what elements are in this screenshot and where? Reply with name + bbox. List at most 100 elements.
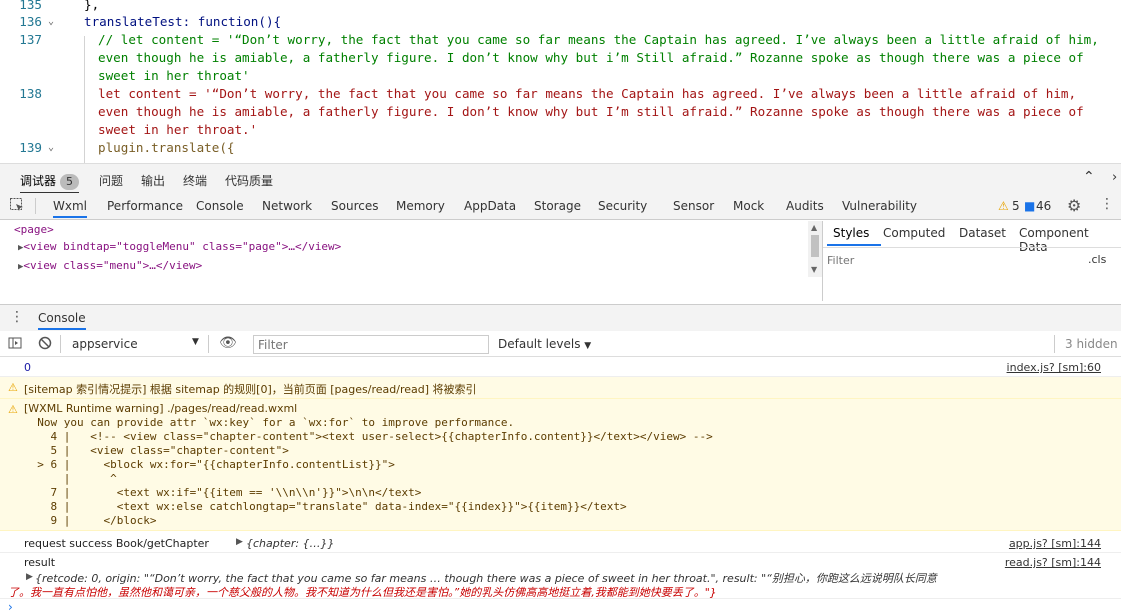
tab-appdata[interactable]: AppData (464, 199, 516, 213)
tree-node[interactable]: ▶<view class="menu">…</view> (0, 257, 808, 276)
close-panel-icon[interactable]: › (1112, 170, 1117, 185)
gear-icon[interactable]: ⚙ (1067, 196, 1081, 215)
sidebar-toggle-icon[interactable] (8, 336, 22, 353)
message-text: result (24, 556, 56, 569)
scrollbar[interactable]: ▲ ▼ (808, 221, 822, 277)
tab-wxml[interactable]: Wxml (53, 199, 87, 218)
tab-network[interactable]: Network (262, 199, 312, 213)
tab-memory[interactable]: Memory (396, 199, 445, 213)
code-line: 136 ⌄ translateTest: function(){ (0, 13, 1121, 31)
tab-audits[interactable]: Audits (786, 199, 824, 213)
message-line: Now you can provide attr `wx:key` for a … (24, 416, 515, 429)
styles-pane: Styles Computed Dataset Component Data .… (822, 221, 1121, 301)
cls-button[interactable]: .cls (1088, 253, 1106, 266)
tab-security[interactable]: Security (598, 199, 647, 213)
more-options-icon[interactable]: ⋮ (1100, 196, 1114, 212)
tree-node[interactable]: ▶<view bindtap="toggleMenu" class="page"… (0, 238, 808, 257)
line-number: 138 (19, 86, 42, 101)
dropdown-arrow-icon[interactable]: ▼ (192, 337, 199, 347)
tab-performance[interactable]: Performance (107, 199, 183, 213)
code-line-wrap: even though he is amiable, a fatherly fi… (0, 49, 1121, 67)
tab-sources[interactable]: Sources (331, 199, 378, 213)
code-text: // let content = '“Don’t worry, the fact… (98, 32, 1099, 47)
log-levels-dropdown[interactable]: Default levels ▼ (498, 337, 591, 351)
code-text: }, (84, 0, 100, 12)
tab-issues[interactable]: 问题 (99, 172, 123, 189)
tab-sensor[interactable]: Sensor (673, 199, 714, 213)
expand-triangle-icon[interactable]: ▶ (236, 537, 243, 547)
message-line: 4 | <!-- <view class="chapter-content"><… (24, 430, 713, 443)
message-line: 7 | <text wx:if="{{item == '\\n\\n'}}">\… (24, 486, 422, 499)
console-prompt-icon[interactable]: › (8, 600, 13, 614)
styles-filter-input[interactable] (827, 252, 1077, 269)
code-text: let content = '“Don’t worry, the fact th… (98, 86, 1077, 101)
divider (208, 335, 209, 353)
code-line: 138 let content = '“Don’t worry, the fac… (0, 85, 1121, 103)
code-line-wrap: sweet in her throat' (0, 67, 1121, 85)
tab-computed[interactable]: Computed (883, 226, 945, 240)
tab-dataset[interactable]: Dataset (959, 226, 1006, 240)
tab-storage[interactable]: Storage (534, 199, 581, 213)
tab-debugger[interactable]: 调试器 5 (20, 172, 80, 194)
code-text: even though he is amiable, a fatherly fi… (98, 104, 1084, 119)
tab-label: 调试器 (20, 174, 57, 188)
console-message: 0 index.js? [sm]:60 (0, 358, 1121, 377)
tab-mock[interactable]: Mock (733, 199, 764, 213)
console-message: request success Book/getChapter ▶ {chapt… (0, 534, 1121, 553)
drawer-menu-icon[interactable]: ⋮ (10, 309, 24, 325)
tab-console[interactable]: Console (196, 199, 244, 213)
message-line: | ^ (24, 472, 117, 485)
tab-console-drawer[interactable]: Console (38, 311, 86, 330)
scroll-down-icon[interactable]: ▼ (811, 265, 817, 274)
source-link[interactable]: app.js? [sm]:144 (1009, 537, 1101, 550)
chevron-up-icon[interactable]: ⌃ (1083, 169, 1095, 185)
fold-chevron-icon[interactable]: ⌄ (48, 13, 54, 31)
count-badge: 5 (60, 174, 80, 190)
expand-triangle-icon[interactable]: ▶ (26, 572, 33, 582)
warning-body: [WXML Runtime warning] ./pages/read/read… (24, 402, 713, 528)
code-line-wrap: sweet in her throat.' (0, 121, 1121, 139)
eye-icon[interactable]: 👁 (219, 335, 237, 351)
code-text: plugin.translate({ (98, 140, 235, 155)
fold-chevron-icon[interactable]: ⌄ (48, 139, 54, 157)
context-select[interactable]: appservice (72, 337, 138, 351)
tab-styles[interactable]: Styles (833, 226, 869, 240)
console-filter-input[interactable] (253, 335, 489, 354)
tree-node-text: <view bindtap="toggleMenu" class="page">… (23, 240, 342, 253)
message-line: 5 | <view class="chapter-content"> (24, 444, 289, 457)
console-message: result read.js? [sm]:144 ▶ {retcode: 0, … (0, 553, 1121, 599)
code-text: sweet in her throat.' (98, 122, 258, 137)
inspect-element-icon[interactable] (9, 197, 25, 216)
tab-terminal[interactable]: 终端 (183, 172, 207, 189)
dropdown-arrow-icon: ▼ (584, 341, 592, 351)
scroll-thumb[interactable] (811, 235, 819, 257)
code-editor[interactable]: 135 }, 136 ⌄ translateTest: function(){ … (0, 0, 1121, 163)
code-text: sweet in her throat' (98, 68, 250, 83)
line-number: 137 (19, 32, 42, 47)
tab-component-data[interactable]: Component Data (1019, 226, 1121, 254)
log-levels-label: Default levels (498, 337, 581, 351)
tab-vulnerability[interactable]: Vulnerability (842, 199, 917, 213)
hidden-count: 3 hidden (1065, 337, 1118, 351)
divider (1054, 335, 1055, 353)
code-line: 139 ⌄ plugin.translate({ (0, 139, 1121, 157)
message-text: request success Book/getChapter (24, 537, 209, 550)
warning-count[interactable]: 5 (1012, 199, 1020, 213)
clear-console-icon[interactable] (38, 336, 52, 353)
line-number: 139 (19, 140, 42, 155)
source-link[interactable]: index.js? [sm]:60 (1007, 361, 1101, 374)
code-text: translateTest: function(){ (84, 14, 282, 29)
divider (823, 247, 1121, 248)
tab-output[interactable]: 输出 (141, 172, 165, 189)
wxml-tree[interactable]: <page> ▶<view bindtap="toggleMenu" class… (0, 221, 808, 301)
console-warning: ⚠ [WXML Runtime warning] ./pages/read/re… (0, 399, 1121, 531)
tree-node-page[interactable]: <page> (0, 221, 808, 238)
message-count[interactable]: 46 (1036, 199, 1051, 213)
object-preview-continued: 了。我一直有点怕他，虽然他和蔼可亲，一个慈父般的人物。我不知道为什么但我还是害怕… (8, 586, 717, 599)
scroll-up-icon[interactable]: ▲ (811, 223, 817, 232)
tab-code-quality[interactable]: 代码质量 (225, 172, 273, 189)
devtools-toolbar: Wxml Performance Console Network Sources… (0, 193, 1121, 220)
source-link[interactable]: read.js? [sm]:144 (1005, 556, 1101, 569)
message-line: 8 | <text wx:else catchlongtap="translat… (24, 500, 627, 513)
object-preview[interactable]: {chapter: {…}} (246, 537, 335, 550)
